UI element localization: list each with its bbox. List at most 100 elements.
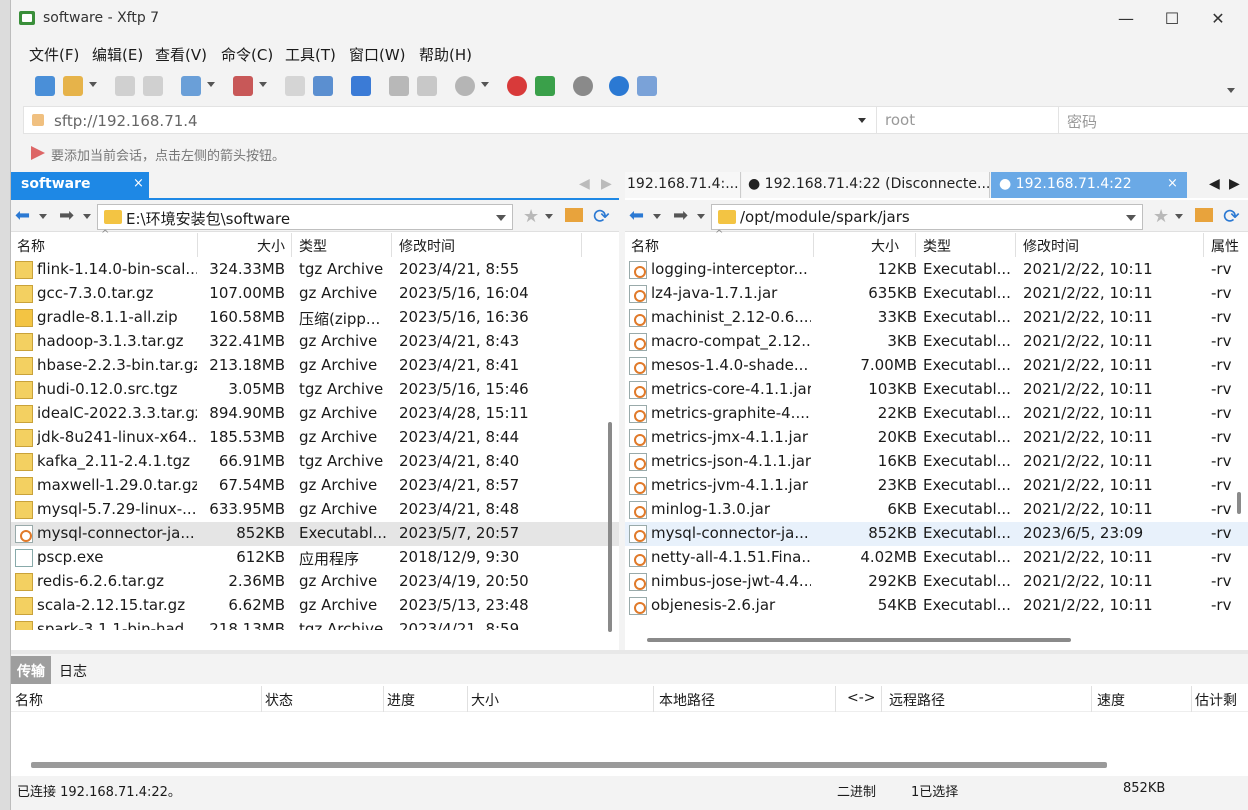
tab-remote-1[interactable]: 192.168.71.4:... [625, 172, 741, 198]
back-dropdown-icon[interactable] [653, 214, 661, 219]
remote-file-row[interactable]: netty-all-4.1.51.Fina... 4.02MB Executabl.… [625, 546, 1248, 570]
local-file-row[interactable]: pscp.exe 612KB 应用程序 2018/12/9, 9:30 [11, 546, 619, 570]
col-direction[interactable]: <-> [847, 690, 876, 706]
terminal-dropdown-icon[interactable] [259, 82, 267, 87]
print-icon[interactable] [389, 76, 409, 96]
bookmark-star-icon[interactable]: ★ [1153, 206, 1169, 227]
remote-file-row[interactable]: macro-compat_2.12... 3KB Executabl... 2021/… [625, 330, 1248, 354]
local-file-row[interactable]: idealC-2022.3.3.tar.gz 894.90MB gz Archive… [11, 402, 619, 426]
transfer-icon[interactable] [313, 76, 333, 96]
col-name[interactable]: 名称 [17, 236, 45, 256]
back-arrow-icon[interactable]: ⬅ [15, 207, 30, 225]
remote-path-input[interactable]: /opt/module/spark/jars [711, 204, 1143, 230]
remote-horizontal-scrollbar[interactable] [647, 638, 1071, 642]
local-file-row[interactable]: redis-6.2.6.tar.gz 2.36MB gz Archive 2023/4… [11, 570, 619, 594]
col-type[interactable]: 类型 [923, 236, 951, 256]
open-folder-icon[interactable] [63, 76, 83, 96]
column-divider[interactable] [1091, 686, 1092, 712]
forward-arrow-icon[interactable]: ➡ [673, 207, 688, 225]
column-divider[interactable] [1015, 233, 1016, 257]
remote-file-row[interactable]: metrics-jmx-4.1.1.jar 20KB Executabl... 202… [625, 426, 1248, 450]
col-name[interactable]: 名称 [15, 690, 43, 710]
forward-dropdown-icon[interactable] [697, 214, 705, 219]
status-dropdown-icon[interactable] [481, 82, 489, 87]
tab-scroll-left-icon[interactable]: ◀ [1209, 176, 1220, 192]
local-path-input[interactable]: E:\环境安装包\software [97, 204, 513, 230]
refresh-icon[interactable]: ⟳ [1223, 204, 1240, 228]
close-tab-icon[interactable]: × [133, 176, 144, 191]
column-divider[interactable] [881, 686, 882, 712]
tab-scroll-right-icon[interactable]: ▶ [601, 176, 612, 192]
remote-file-row[interactable]: logging-interceptor... 12KB Executabl... 20… [625, 258, 1248, 282]
col-name[interactable]: 名称 [631, 236, 659, 256]
add-session-arrow-icon[interactable] [31, 146, 45, 160]
menu-edit[interactable]: 编辑(E) [92, 44, 143, 65]
col-attr[interactable]: 属性 [1211, 236, 1239, 256]
menu-command[interactable]: 命令(C) [221, 44, 273, 65]
local-file-row[interactable]: gcc-7.3.0.tar.gz 107.00MB gz Archive 2023/5… [11, 282, 619, 306]
xftp-icon[interactable] [535, 76, 555, 96]
close-window-button[interactable]: ✕ [1195, 4, 1241, 34]
minimize-button[interactable]: — [1103, 4, 1149, 34]
username-field[interactable]: root [876, 107, 1058, 133]
tab-scroll-right-icon[interactable]: ▶ [1229, 176, 1240, 192]
sync-icon[interactable] [351, 76, 371, 96]
col-eta[interactable]: 估计剩 [1195, 690, 1237, 710]
connect-icon[interactable] [115, 76, 135, 96]
remote-file-row[interactable]: mesos-1.4.0-shade... 7.00MB Executabl... 20… [625, 354, 1248, 378]
menu-help[interactable]: 帮助(H) [419, 44, 472, 65]
column-divider[interactable] [835, 686, 836, 712]
column-divider[interactable] [197, 233, 198, 257]
host-dropdown-icon[interactable] [858, 118, 866, 123]
local-file-row[interactable]: scala-2.12.15.tar.gz 6.62MB gz Archive 2023… [11, 594, 619, 618]
tab-remote-disconnected[interactable]: ● 192.168.71.4:22 (Disconnecte... [742, 172, 990, 198]
properties-icon[interactable] [417, 76, 437, 96]
col-speed[interactable]: 速度 [1097, 690, 1125, 710]
local-vertical-scrollbar[interactable] [608, 422, 612, 632]
col-mtime[interactable]: 修改时间 [1023, 236, 1079, 256]
column-divider[interactable] [581, 233, 582, 257]
col-progress[interactable]: 进度 [387, 690, 415, 710]
remote-file-row[interactable]: metrics-core-4.1.1.jar 103KB Executabl... 2… [625, 378, 1248, 402]
forward-arrow-icon[interactable]: ➡ [59, 207, 74, 225]
tab-transfer[interactable]: 传输 [11, 656, 51, 684]
local-file-row[interactable]: spark-3.1.1-bin-had... 218.13MB tgz Archiv… [11, 618, 619, 630]
local-file-row[interactable]: mysql-connector-ja... 852KB Executabl... 20… [11, 522, 619, 546]
new-tab-icon[interactable] [181, 76, 201, 96]
remote-file-row[interactable]: metrics-jvm-4.1.1.jar 23KB Executabl... 202… [625, 474, 1248, 498]
local-file-row[interactable]: hadoop-3.1.3.tar.gz 322.41MB gz Archive 202… [11, 330, 619, 354]
remote-file-row[interactable]: objenesis-2.6.jar 54KB Executabl... 2021/2/… [625, 594, 1248, 618]
column-divider[interactable] [391, 233, 392, 257]
password-field[interactable]: 密码 [1058, 107, 1248, 133]
bookmark-star-icon[interactable]: ★ [523, 206, 539, 227]
column-divider[interactable] [291, 233, 292, 257]
gear-icon[interactable] [573, 76, 593, 96]
menu-file[interactable]: 文件(F) [29, 44, 79, 65]
tab-local-software[interactable]: software [11, 172, 149, 198]
column-divider[interactable] [261, 686, 262, 712]
col-size[interactable]: 大小 [257, 236, 285, 256]
disconnect-icon[interactable] [143, 76, 163, 96]
col-type[interactable]: 类型 [299, 236, 327, 256]
column-divider[interactable] [383, 686, 384, 712]
remote-file-row[interactable]: machinist_2.12-0.6.... 33KB Executabl... 20… [625, 306, 1248, 330]
local-file-row[interactable]: hudi-0.12.0.src.tgz 3.05MB tgz Archive 2023… [11, 378, 619, 402]
local-file-row[interactable]: flink-1.14.0-bin-scal... 324.33MB tgz Arch… [11, 258, 619, 282]
host-address-input[interactable]: sftp://192.168.71.4 [54, 112, 198, 130]
remote-file-row[interactable]: lz4-java-1.7.1.jar 635KB Executabl... 2021/… [625, 282, 1248, 306]
column-divider[interactable] [467, 686, 468, 712]
back-dropdown-icon[interactable] [39, 214, 47, 219]
col-size[interactable]: 大小 [871, 236, 899, 256]
column-divider[interactable] [1203, 233, 1204, 257]
menu-view[interactable]: 查看(V) [155, 44, 207, 65]
col-size[interactable]: 大小 [471, 690, 499, 710]
local-file-row[interactable]: kafka_2.11-2.4.1.tgz 66.91MB tgz Archive 20… [11, 450, 619, 474]
tab-dropdown-icon[interactable] [207, 82, 215, 87]
forward-dropdown-icon[interactable] [83, 214, 91, 219]
help-icon[interactable] [609, 76, 629, 96]
copy-icon[interactable] [285, 76, 305, 96]
tab-log[interactable]: 日志 [53, 656, 93, 684]
home-icon[interactable] [565, 208, 583, 222]
status-icon[interactable] [455, 76, 475, 96]
open-dropdown-icon[interactable] [89, 82, 97, 87]
